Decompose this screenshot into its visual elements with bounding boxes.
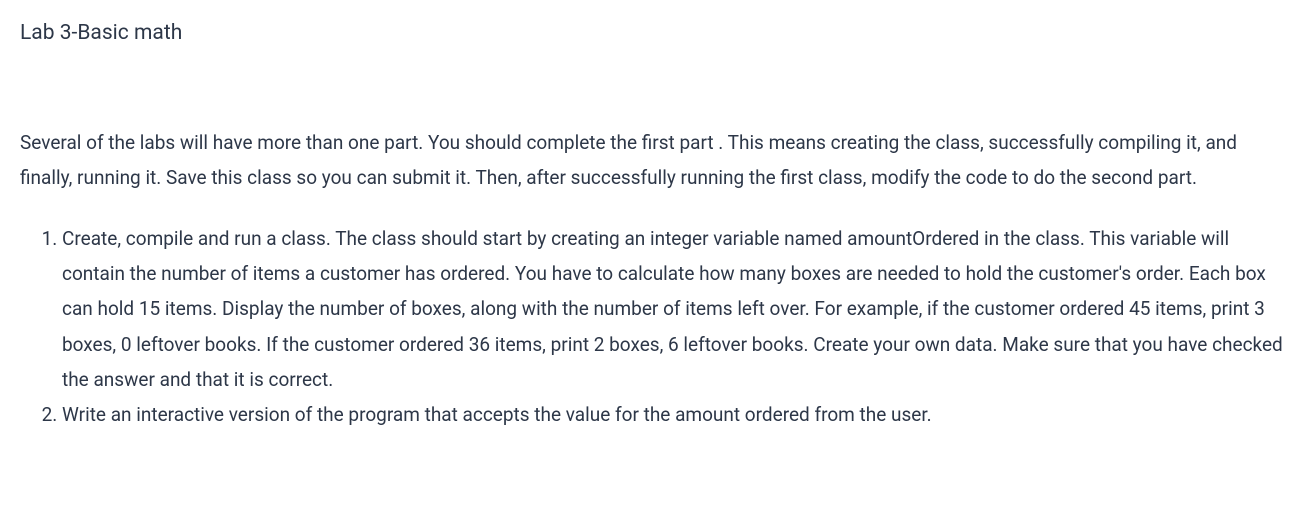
list-item: Write an interactive version of the prog… bbox=[62, 397, 1291, 432]
list-item: Create, compile and run a class. The cla… bbox=[62, 221, 1291, 397]
document-title: Lab 3-Basic math bbox=[20, 14, 1291, 53]
instruction-list: Create, compile and run a class. The cla… bbox=[20, 221, 1291, 432]
intro-paragraph: Several of the labs will have more than … bbox=[20, 125, 1291, 195]
